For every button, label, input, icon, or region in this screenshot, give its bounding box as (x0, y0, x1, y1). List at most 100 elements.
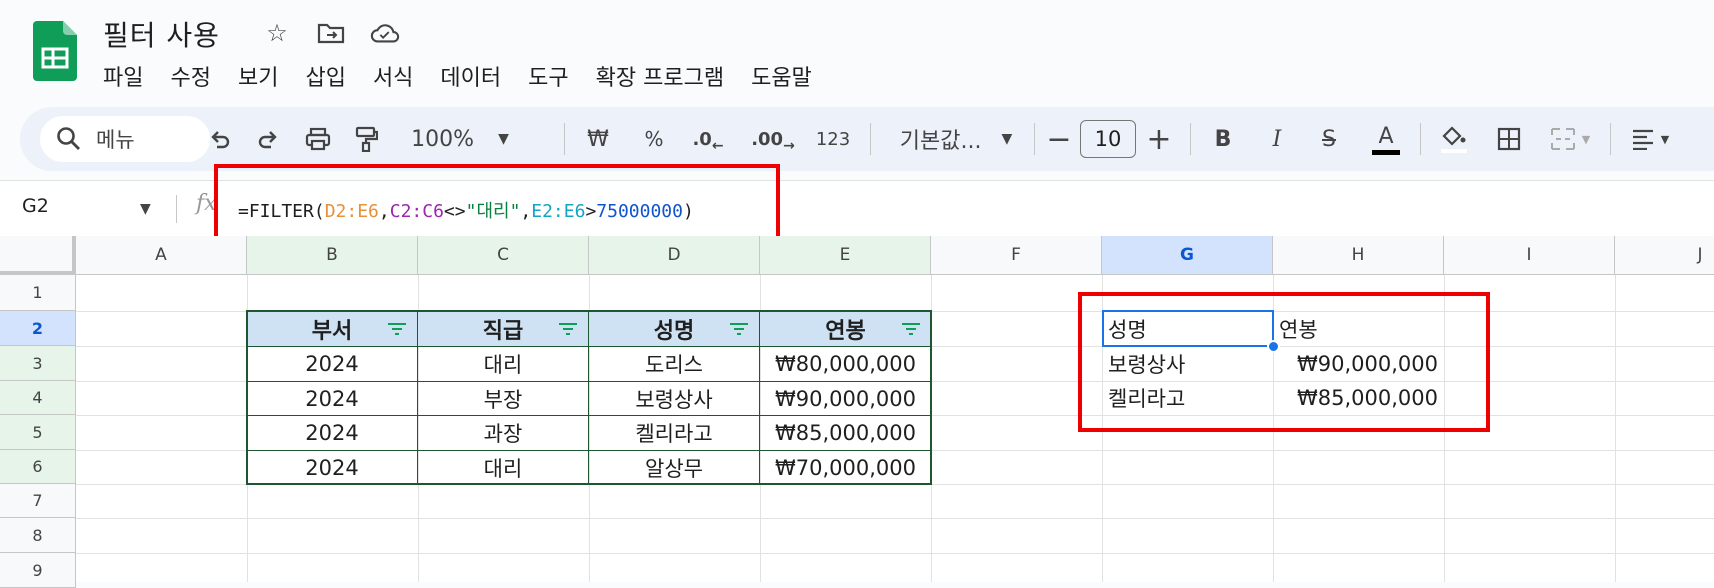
font-family-select[interactable]: 기본값... ▼ (886, 107, 1026, 171)
table-header-cell[interactable]: 직급 (418, 311, 589, 346)
row-header-1[interactable]: 1 (0, 275, 76, 311)
decrease-font-size-icon[interactable]: − (1044, 107, 1074, 171)
row-header-8[interactable]: 8 (0, 518, 76, 553)
table-cell[interactable]: ₩70,000,000 (760, 450, 931, 484)
merge-cells-icon[interactable]: ▼ (1540, 107, 1600, 171)
table-cell[interactable]: 과장 (418, 415, 589, 450)
name-box[interactable]: G2 (22, 195, 49, 217)
menu-format[interactable]: 서식 (373, 60, 413, 92)
column-header-f[interactable]: F (931, 236, 1102, 275)
row-header-3[interactable]: 3 (0, 346, 76, 381)
formula-range-d: D2:E6 (324, 201, 379, 222)
table-cell[interactable]: 2024 (247, 415, 418, 450)
gridline (76, 553, 1714, 554)
table-cell[interactable]: 2024 (247, 346, 418, 381)
result-header-cell[interactable]: 성명 (1102, 311, 1273, 346)
chevron-down-icon: ▼ (1001, 131, 1013, 147)
font-size-input[interactable]: 10 (1080, 120, 1136, 158)
result-cell[interactable]: ₩85,000,000 (1273, 381, 1444, 415)
italic-button[interactable]: I (1260, 107, 1294, 171)
horizontal-align-icon[interactable]: ▼ (1620, 107, 1680, 171)
table-cell[interactable]: 2024 (247, 381, 418, 415)
row-header-9[interactable]: 9 (0, 553, 76, 588)
table-cell[interactable]: 켈리라고 (589, 415, 760, 450)
row-header-6[interactable]: 6 (0, 450, 76, 484)
column-header-d[interactable]: D (589, 236, 760, 275)
document-title[interactable]: 필터 사용 (103, 14, 220, 54)
currency-format-button[interactable]: ₩ (580, 107, 616, 171)
menu-view[interactable]: 보기 (238, 60, 278, 92)
table-cell[interactable]: 대리 (418, 346, 589, 381)
app-header: 필터 사용 ☆ 파일 수정 보기 삽입 서식 데이터 도구 확장 프로그램 도움… (0, 0, 1714, 100)
menu-data[interactable]: 데이터 (440, 60, 501, 92)
table-cell[interactable]: 부장 (418, 381, 589, 415)
result-header-cell[interactable]: 연봉 (1273, 311, 1444, 346)
table-cell[interactable]: 도리스 (589, 346, 760, 381)
table-header-cell[interactable]: 부서 (247, 311, 418, 346)
undo-icon[interactable] (202, 107, 238, 171)
column-header-j[interactable]: J (1615, 236, 1714, 275)
menu-tools[interactable]: 도구 (528, 60, 568, 92)
decrease-decimal-label: .0 (692, 128, 712, 150)
filter-icon[interactable] (901, 323, 921, 335)
strikethrough-button[interactable]: S (1312, 107, 1346, 171)
table-cell[interactable]: 2024 (247, 450, 418, 484)
table-cell[interactable]: ₩85,000,000 (760, 415, 931, 450)
filter-icon[interactable] (558, 323, 578, 335)
table-cell[interactable]: ₩80,000,000 (760, 346, 931, 381)
row-header-4[interactable]: 4 (0, 381, 76, 415)
formula-part: , (378, 201, 390, 222)
table-cell[interactable]: 알상무 (589, 450, 760, 484)
fill-handle[interactable] (1267, 340, 1280, 353)
table-cell[interactable]: 보령상사 (589, 381, 760, 415)
more-formats-button[interactable]: 123 (810, 107, 856, 171)
print-icon[interactable] (298, 107, 338, 171)
star-icon[interactable]: ☆ (262, 18, 292, 48)
column-header-c[interactable]: C (418, 236, 589, 275)
menu-file[interactable]: 파일 (103, 60, 143, 92)
column-header-b[interactable]: B (247, 236, 418, 275)
row-header-2[interactable]: 2 (0, 311, 76, 346)
column-header-e[interactable]: E (760, 236, 931, 275)
text-color-button[interactable]: A (1366, 107, 1406, 171)
result-cell[interactable]: 보령상사 (1102, 346, 1273, 381)
chevron-down-icon[interactable]: ▼ (140, 201, 151, 217)
filter-icon[interactable] (387, 323, 407, 335)
borders-icon[interactable] (1490, 107, 1528, 171)
select-all-corner[interactable] (0, 236, 76, 275)
row-header-5[interactable]: 5 (0, 415, 76, 450)
menu-extensions[interactable]: 확장 프로그램 (596, 60, 724, 92)
table-header-cell[interactable]: 연봉 (760, 311, 931, 346)
cloud-saved-icon[interactable] (370, 18, 400, 48)
percent-format-button[interactable]: % (636, 107, 672, 171)
column-header-g[interactable]: G (1102, 236, 1273, 275)
column-header-i[interactable]: I (1444, 236, 1615, 275)
column-header-h[interactable]: H (1273, 236, 1444, 275)
move-folder-icon[interactable] (316, 18, 346, 48)
menu-search[interactable]: 메뉴 (40, 116, 210, 162)
menu-edit[interactable]: 수정 (170, 60, 210, 92)
row-header-7[interactable]: 7 (0, 484, 76, 518)
result-cell[interactable]: 켈리라고 (1102, 381, 1273, 415)
redo-icon[interactable] (250, 107, 286, 171)
paint-format-icon[interactable] (346, 107, 386, 171)
column-header-a[interactable]: A (76, 236, 247, 275)
fill-color-icon[interactable] (1434, 107, 1474, 171)
zoom-select[interactable]: 100% ▼ (400, 107, 520, 171)
text-color-label: A (1372, 124, 1400, 155)
table-header-cell[interactable]: 성명 (589, 311, 760, 346)
increase-decimal-button[interactable]: .00 → (748, 107, 798, 171)
result-cell[interactable]: ₩90,000,000 (1273, 346, 1444, 381)
menu-help[interactable]: 도움말 (751, 60, 812, 92)
bold-button[interactable]: B (1206, 107, 1240, 171)
filter-icon[interactable] (729, 323, 749, 335)
table-cell[interactable]: ₩90,000,000 (760, 381, 931, 415)
increase-font-size-icon[interactable]: + (1142, 107, 1176, 171)
sheets-logo-icon[interactable] (33, 21, 77, 81)
search-label: 메뉴 (96, 128, 135, 152)
spreadsheet-grid[interactable]: A B C D E F G H I J 1 2 3 4 5 6 7 8 9 부서… (0, 236, 1714, 588)
decrease-decimal-button[interactable]: .0 ← (686, 107, 730, 171)
formula-input[interactable]: =FILTER(D2:E6,C2:C6<>"대리",E2:E6>75000000… (238, 197, 694, 223)
table-cell[interactable]: 대리 (418, 450, 589, 484)
menu-insert[interactable]: 삽입 (305, 60, 345, 92)
